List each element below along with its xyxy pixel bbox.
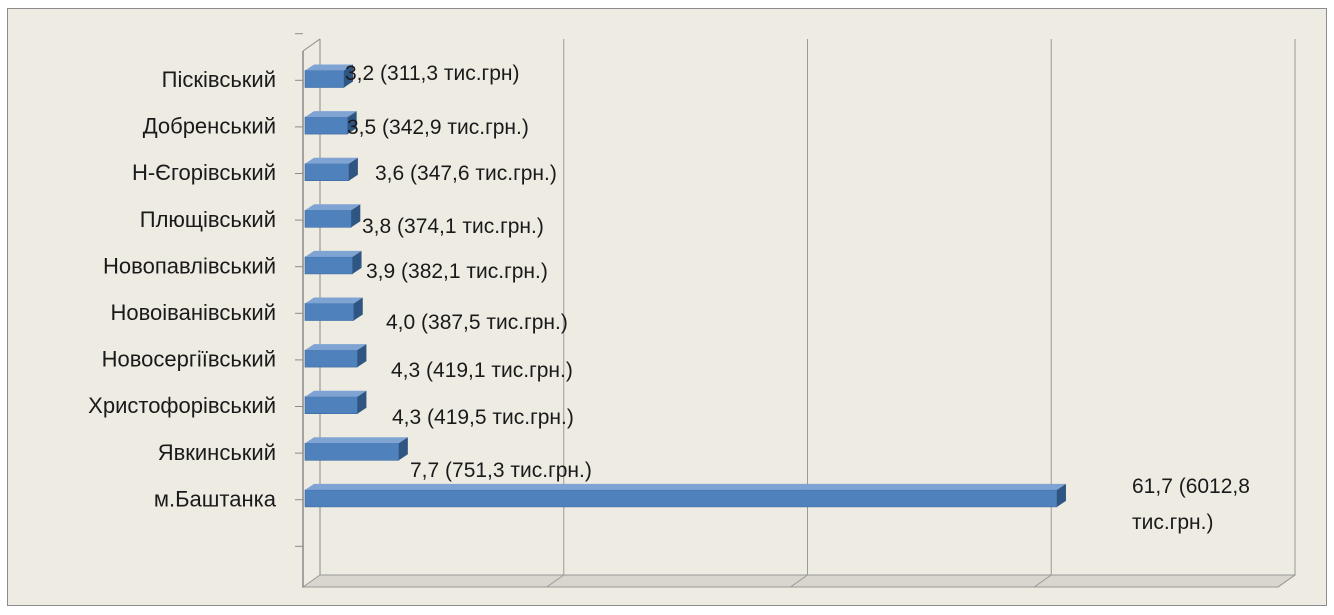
category-label: Н-Єгорівський — [132, 160, 276, 185]
bar-top — [305, 483, 1066, 490]
bar-top — [305, 204, 361, 211]
bar — [304, 489, 1058, 508]
bar — [304, 442, 400, 461]
bar — [304, 396, 358, 415]
data-label: 3,5 (342,9 тис.грн.) — [347, 116, 529, 139]
category-label: Плющівський — [140, 207, 276, 232]
category-label: Пісківський — [162, 67, 276, 92]
category-label: Новосергіївський — [102, 347, 276, 372]
category-label: Явкинський — [158, 440, 276, 465]
data-label: 3,9 (382,1 тис.грн.) — [366, 260, 548, 283]
bar — [304, 116, 348, 135]
data-label: 4,3 (419,5 тис.грн.) — [392, 406, 574, 429]
bar-top — [305, 250, 362, 257]
category-label: Новопавлівський — [103, 253, 276, 278]
data-label: 3,8 (374,1 тис.грн.) — [362, 215, 544, 238]
data-label: 3,6 (347,6 тис.грн.) — [375, 162, 557, 185]
bar — [304, 256, 353, 275]
chart-frame: Пісківський 3,2 (311,3 тис.грн) Добренськи… — [7, 8, 1327, 606]
bar — [304, 210, 352, 228]
bar-top — [305, 390, 367, 397]
data-label: 7,7 (751,3 тис.грн.) — [410, 459, 592, 482]
bar — [304, 349, 358, 368]
category-label: Добренський — [143, 114, 276, 139]
category-label: м.Баштанка — [154, 486, 277, 511]
bar — [304, 303, 355, 321]
data-label: 4,0 (387,5 тис.грн.) — [386, 311, 568, 334]
bar-top — [305, 344, 367, 351]
bar-chart: Пісківський 3,2 (311,3 тис.грн) Добренськи… — [88, 33, 1297, 588]
bar — [304, 70, 345, 88]
category-label: Новоіванівський — [110, 300, 276, 325]
y-axis-top-edge — [302, 38, 321, 52]
category-label: Христофорівський — [88, 393, 276, 418]
data-label: 61,7 (6012,8 — [1132, 475, 1250, 498]
bar-top — [305, 437, 408, 444]
data-label: 3,2 (311,3 тис.грн) — [345, 62, 519, 85]
bar — [304, 163, 350, 181]
bar-top — [305, 157, 358, 164]
data-label: тис.грн.) — [1132, 511, 1213, 534]
data-label: 4,3 (419,1 тис.грн.) — [391, 359, 573, 382]
bar-top — [305, 297, 363, 304]
